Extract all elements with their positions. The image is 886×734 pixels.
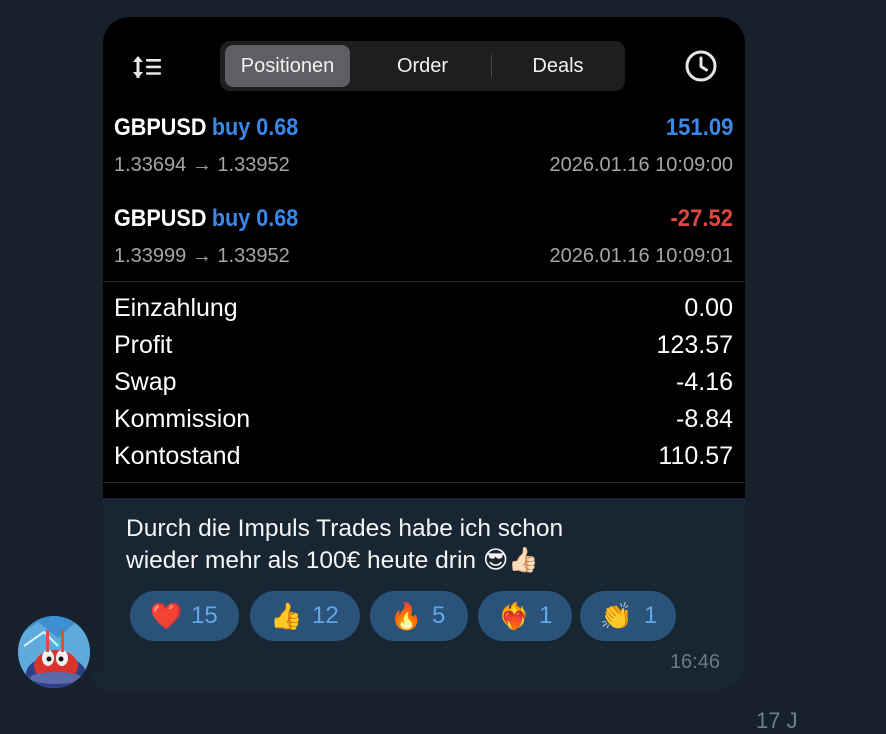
tab-deals[interactable]: Deals: [498, 45, 618, 87]
message-line-2: wieder mehr als 100€ heute drin 😎👍🏻: [126, 547, 539, 574]
summary-label-kontostand: Kontostand: [114, 442, 241, 470]
position-2-profit: -27.52: [670, 205, 733, 232]
message-line-1: Durch die Impuls Trades habe ich schon: [126, 515, 564, 542]
summary-value-profit: 123.57: [656, 331, 733, 359]
partial-date-separator: 17 J: [756, 708, 798, 733]
position-side-volume: buy 0.68: [211, 114, 299, 141]
tab-positionen[interactable]: Positionen: [225, 45, 350, 87]
position-side-volume: buy 0.68: [211, 205, 299, 232]
sort-icon: [133, 56, 161, 78]
reaction-thumbs-up[interactable]: 👍 12: [250, 591, 360, 641]
tab-bar: Positionen Order Deals: [220, 41, 625, 91]
tab-order[interactable]: Order: [360, 45, 485, 87]
crab-character-icon: [18, 616, 90, 688]
section-divider: [103, 281, 745, 282]
clapping-hands-icon: 👏: [600, 601, 633, 631]
message-text: Durch die Impuls Trades habe ich schon w…: [126, 513, 646, 577]
position-symbol: GBPUSD: [114, 114, 207, 141]
reaction-heart-on-fire[interactable]: ❤️‍🔥 1: [478, 591, 572, 641]
message-emoji: 😎👍🏻: [482, 547, 539, 574]
history-clock-icon[interactable]: [684, 49, 718, 83]
tab-separator: [491, 55, 492, 77]
position-2-title[interactable]: GBPUSD buy 0.68: [114, 205, 298, 233]
position-1-prices: 1.33694 → 1.33952: [114, 154, 290, 176]
summary-value-einzahlung: 0.00: [684, 294, 733, 322]
position-2-prices: 1.33999 → 1.33952: [114, 245, 290, 267]
reaction-fire[interactable]: 🔥 5: [370, 591, 468, 641]
heart-on-fire-icon: ❤️‍🔥: [498, 601, 531, 631]
position-2-time: 2026.01.16 10:09:01: [549, 245, 733, 267]
thumbs-up-icon: 👍: [270, 601, 303, 631]
position-1-profit: 151.09: [665, 114, 733, 141]
message-bubble[interactable]: Positionen Order Deals GBPUSD buy 0.68 15…: [103, 17, 745, 690]
sender-avatar[interactable]: [18, 616, 90, 688]
message-time: 16:46: [669, 651, 720, 673]
reaction-count: 12: [312, 602, 339, 629]
summary-label-kommission: Kommission: [114, 405, 251, 433]
trading-app-screenshot[interactable]: Positionen Order Deals GBPUSD buy 0.68 15…: [103, 17, 745, 498]
summary-label-swap: Swap: [114, 368, 177, 396]
reaction-count: 15: [191, 602, 218, 629]
position-1-title[interactable]: GBPUSD buy 0.68: [114, 114, 298, 142]
summary-label-einzahlung: Einzahlung: [114, 294, 238, 322]
reaction-count: 5: [432, 602, 446, 629]
fire-icon: 🔥: [390, 601, 423, 631]
reaction-red-heart[interactable]: ❤️ 15: [130, 591, 239, 641]
reaction-count: 1: [644, 602, 658, 629]
reaction-count: 1: [539, 602, 553, 629]
summary-value-kommission: -8.84: [676, 405, 733, 433]
position-1-time: 2026.01.16 10:09:00: [549, 154, 733, 176]
bottom-divider: [103, 482, 745, 483]
summary-value-kontostand: 110.57: [658, 442, 733, 470]
position-symbol: GBPUSD: [114, 205, 207, 232]
reaction-clapping-hands[interactable]: 👏 1: [580, 591, 676, 641]
red-heart-icon: ❤️: [150, 601, 183, 631]
summary-value-swap: -4.16: [676, 368, 733, 396]
summary-label-profit: Profit: [114, 331, 173, 359]
